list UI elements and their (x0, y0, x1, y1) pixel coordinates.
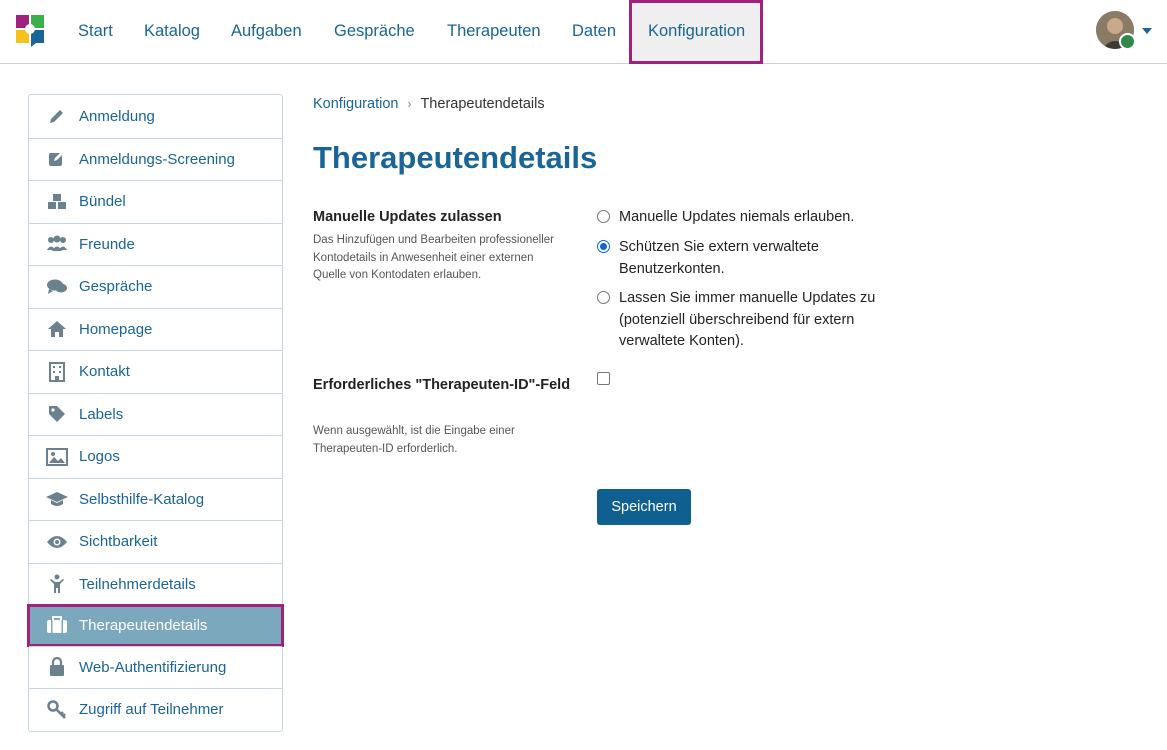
pencil-icon (45, 106, 69, 126)
nav-katalog[interactable]: Katalog (144, 0, 200, 63)
chevron-right-icon: › (407, 97, 412, 111)
sidebar-item-label: Anmeldung (79, 107, 155, 125)
app-logo-icon[interactable] (16, 15, 46, 47)
sidebar-item-label: Therapeutendetails (79, 616, 208, 634)
graduation-cap-icon (45, 489, 69, 509)
radio-button-checked[interactable] (597, 240, 610, 253)
chevron-down-icon[interactable] (1142, 28, 1152, 34)
suitcase-icon (45, 615, 69, 635)
sidebar-item-label: Logos (79, 448, 120, 466)
sidebar-item-label: Zugriff auf Teilnehmer (79, 701, 224, 719)
sidebar-item-selbsthilfe-katalog[interactable]: Selbsthilfe-Katalog (29, 477, 282, 521)
sidebar-item-label: Sichtbarkeit (79, 533, 158, 551)
radio-label: Manuelle Updates niemals erlauben. (619, 209, 855, 225)
nav-daten[interactable]: Daten (572, 0, 616, 63)
edit-square-icon (45, 149, 69, 169)
cubes-icon (45, 192, 69, 212)
tag-icon (45, 404, 69, 424)
sidebar-item-therapeutendetails[interactable]: Therapeutendetails (27, 604, 284, 647)
sidebar-item-buendel[interactable]: Bündel (29, 180, 282, 223)
sidebar-item-web-authentifizierung[interactable]: Web-Authentifizierung (29, 645, 282, 689)
save-button[interactable]: Speichern (597, 489, 691, 525)
sidebar-item-label: Labels (79, 405, 124, 423)
sidebar-item-gespraeche[interactable]: Gespräche (29, 265, 282, 308)
therapist-id-label: Erforderliches "Therapeuten-ID"-Feld (313, 377, 571, 393)
sidebar-item-freunde[interactable]: Freunde (29, 222, 282, 266)
sidebar-item-label: Teilnehmerdetails (79, 575, 196, 593)
radio-label: Lassen Sie immer manuelle Updates zu (po… (619, 290, 876, 349)
nav-therapeuten[interactable]: Therapeuten (447, 0, 541, 63)
sidebar-item-label: Freunde (79, 235, 135, 253)
breadcrumb-current: Therapeutendetails (420, 96, 545, 112)
sidebar-item-label: Selbsthilfe-Katalog (79, 490, 205, 508)
nav-start[interactable]: Start (78, 0, 113, 63)
manual-updates-help: Das Hinzufügen und Bearbeiten profession… (313, 234, 555, 281)
breadcrumb: Konfiguration › Therapeutendetails (313, 96, 545, 112)
key-icon (45, 700, 69, 720)
radio-button[interactable] (597, 210, 610, 223)
users-icon (45, 234, 69, 254)
eye-icon (45, 532, 69, 552)
home-icon (45, 319, 69, 339)
config-sidebar: Anmeldung Anmeldungs-Screening Bündel Fr… (27, 94, 284, 732)
breadcrumb-link-konfiguration[interactable]: Konfiguration (313, 96, 398, 112)
sidebar-item-label: Anmeldungs-Screening (79, 150, 235, 168)
sidebar-item-label: Kontakt (79, 363, 130, 381)
radio-option-always[interactable]: Lassen Sie immer manuelle Updates zu (po… (597, 288, 909, 353)
nav-aufgaben[interactable]: Aufgaben (231, 0, 302, 63)
therapist-id-checkbox[interactable] (597, 372, 610, 385)
sidebar-item-label: Web-Authentifizierung (79, 658, 227, 676)
sidebar-item-logos[interactable]: Logos (29, 435, 282, 478)
visibility-badge-icon (1119, 33, 1136, 50)
radio-button[interactable] (597, 291, 610, 304)
sidebar-item-teilnehmerdetails[interactable]: Teilnehmerdetails (29, 562, 282, 606)
therapist-id-help: Wenn ausgewählt, ist die Eingabe einer T… (313, 425, 515, 455)
sidebar-item-label: Homepage (79, 320, 153, 338)
sidebar-item-sichtbarkeit[interactable]: Sichtbarkeit (29, 520, 282, 563)
sidebar-item-zugriff-auf-teilnehmer[interactable]: Zugriff auf Teilnehmer (29, 688, 282, 731)
radio-label: Schützen Sie extern verwaltete Benutzerk… (619, 239, 819, 277)
top-navbar: Start Katalog Aufgaben Gespräche Therape… (0, 0, 1167, 64)
sidebar-item-homepage[interactable]: Homepage (29, 307, 282, 351)
sidebar-item-kontakt[interactable]: Kontakt (29, 350, 282, 393)
manual-updates-label: Manuelle Updates zulassen (313, 209, 502, 225)
child-icon (45, 574, 69, 594)
nav-konfiguration[interactable]: Konfiguration (629, 0, 763, 64)
sidebar-item-anmeldungs-screening[interactable]: Anmeldungs-Screening (29, 137, 282, 181)
comments-icon (45, 277, 69, 297)
sidebar-item-anmeldung[interactable]: Anmeldung (29, 95, 282, 138)
sidebar-item-labels[interactable]: Labels (29, 392, 282, 436)
nav-gespraeche[interactable]: Gespräche (334, 0, 415, 63)
lock-icon (45, 657, 69, 677)
sidebar-item-label: Bündel (79, 193, 126, 211)
radio-option-protect-external[interactable]: Schützen Sie extern verwaltete Benutzerk… (597, 237, 859, 280)
radio-option-never[interactable]: Manuelle Updates niemals erlauben. (597, 207, 909, 229)
sidebar-item-label: Gespräche (79, 278, 153, 296)
page-title: Therapeutendetails (313, 140, 598, 175)
image-icon (45, 447, 69, 467)
building-icon (45, 361, 69, 382)
